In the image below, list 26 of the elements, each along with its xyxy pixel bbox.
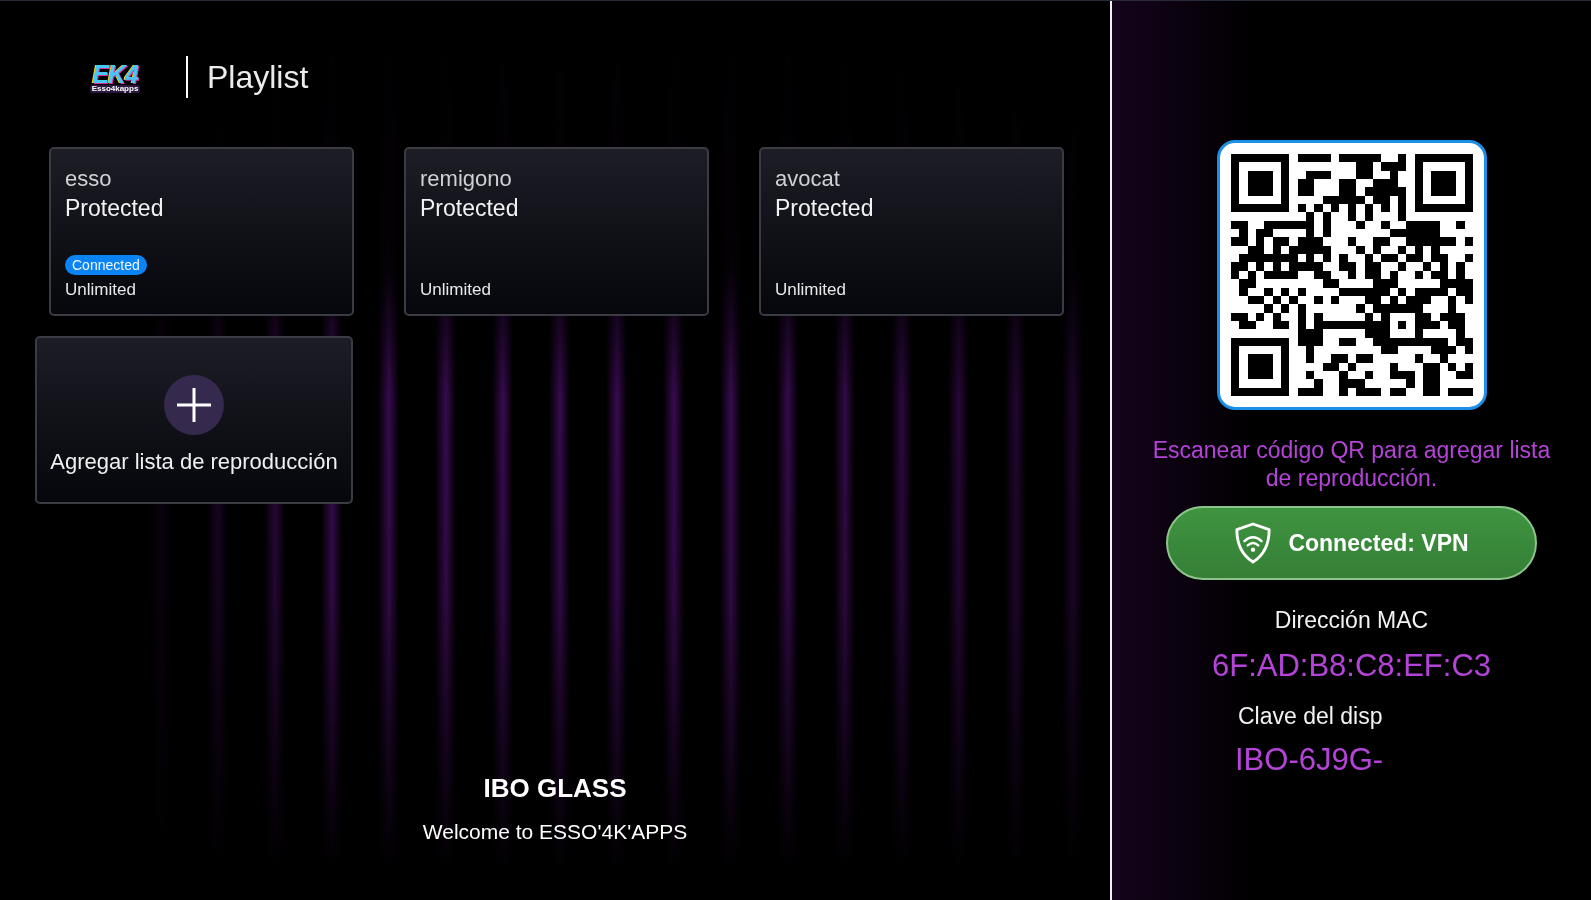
- plan-label: Unlimited: [65, 280, 136, 300]
- protection-status: Protected: [65, 194, 164, 223]
- protection-status: Protected: [420, 194, 519, 223]
- playlist-card[interactable]: avocat Protected Unlimited: [759, 147, 1064, 316]
- playlist-card[interactable]: remigono Protected Unlimited: [404, 147, 709, 316]
- plus-icon: [164, 375, 224, 435]
- app-logo: EK4 Esso4kapps: [88, 61, 142, 93]
- welcome-text: Welcome to ESSO'4K'APPS: [422, 819, 688, 845]
- protection-status: Protected: [775, 194, 874, 223]
- page-title: Playlist: [207, 58, 309, 96]
- app-name: IBO GLASS: [483, 773, 627, 803]
- plan-label: Unlimited: [420, 280, 491, 300]
- mac-label: Dirección MAC: [1274, 606, 1429, 634]
- playlist-card[interactable]: esso Protected Connected Unlimited: [49, 147, 354, 316]
- connected-badge: Connected: [65, 255, 147, 275]
- qr-caption: Escanear código QR para agregar lista de reproducción.: [1151, 436, 1552, 492]
- plan-label: Unlimited: [775, 280, 846, 300]
- vpn-status-button[interactable]: Connected: VPN: [1166, 506, 1537, 580]
- device-key: IBO-6J9G-: [1235, 742, 1384, 778]
- playlist-name: avocat: [775, 165, 840, 193]
- playlist-name: esso: [65, 165, 112, 193]
- device-key-label: Clave del disp: [1238, 702, 1383, 730]
- mac-address: 6F:AD:B8:C8:EF:C3: [1211, 648, 1492, 684]
- add-playlist-button[interactable]: Agregar lista de reproducción: [35, 336, 353, 504]
- playlist-name: remigono: [420, 165, 512, 193]
- shield-wifi-icon: [1234, 522, 1273, 564]
